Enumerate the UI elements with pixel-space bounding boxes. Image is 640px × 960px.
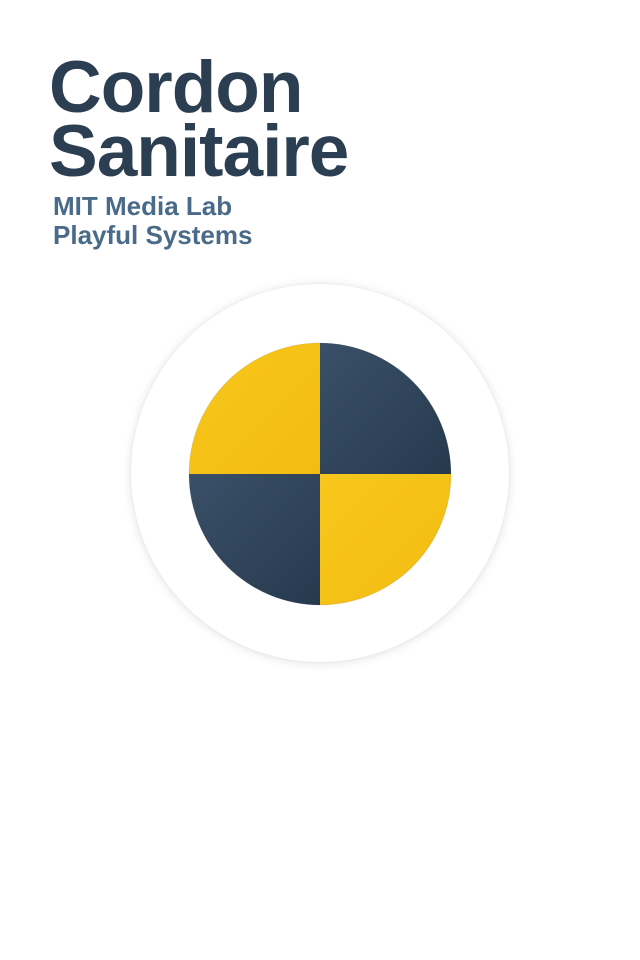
logo-quadrant-bottom-left <box>189 474 320 605</box>
app-title: Cordon Sanitaire <box>49 51 349 192</box>
app-subtitle: MIT Media Lab Playful Systems <box>53 192 252 250</box>
splash-screen: Cordon Sanitaire MIT Media Lab Playful S… <box>0 0 640 960</box>
group-label: Playful Systems <box>53 220 253 250</box>
logo-quadrant-top-right <box>320 343 451 474</box>
logo-quadrant-bottom-right <box>320 474 451 605</box>
logo-quadrant-top-left <box>189 343 320 474</box>
app-title-line-2: Sanitaire <box>49 111 349 192</box>
organization-label: MIT Media Lab <box>53 191 233 221</box>
quartered-circle-logo-icon <box>188 342 452 606</box>
